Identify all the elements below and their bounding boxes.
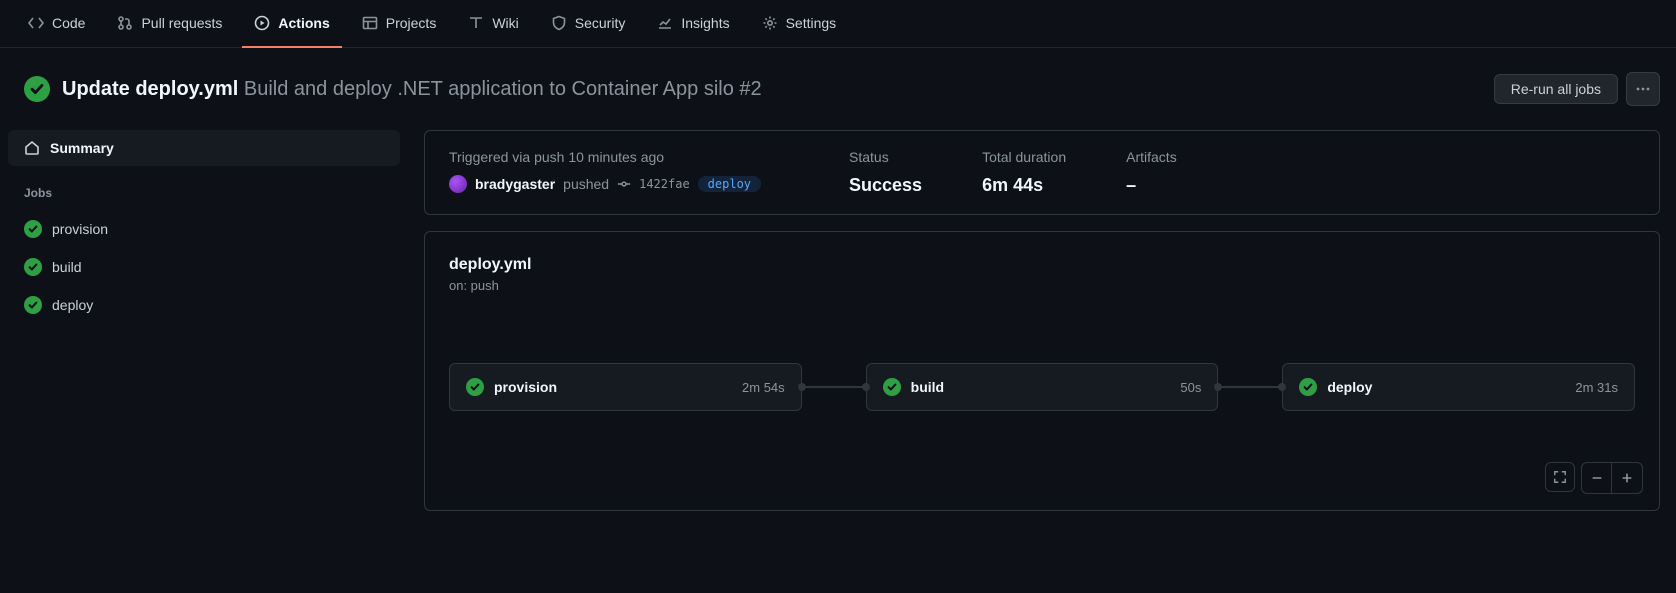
tab-label: Code	[52, 15, 85, 31]
check-circle-icon	[24, 220, 42, 238]
duration-label: Total duration	[982, 149, 1066, 165]
tab-label: Security	[575, 15, 626, 31]
tab-label: Insights	[681, 15, 729, 31]
graph-connector	[802, 386, 866, 388]
check-circle-icon	[883, 378, 901, 396]
triggered-label: Triggered via push 10 minutes ago	[449, 149, 789, 165]
sidebar-item-label: provision	[52, 221, 108, 237]
play-circle-icon	[254, 15, 270, 31]
push-action-text: pushed	[563, 176, 609, 192]
commit-sha-link[interactable]: 1422fae	[639, 177, 690, 191]
workflow-title: Build and deploy .NET application to Con…	[244, 78, 762, 100]
check-circle-icon	[466, 378, 484, 396]
zoom-out-button[interactable]	[1582, 463, 1612, 493]
author-link[interactable]: bradygaster	[475, 176, 555, 192]
sidebar-item-summary[interactable]: Summary	[8, 130, 400, 166]
fullscreen-button[interactable]	[1545, 462, 1575, 492]
rerun-all-jobs-button[interactable]: Re-run all jobs	[1494, 74, 1618, 104]
graph-icon	[657, 15, 673, 31]
workflow-graph-card: deploy.yml on: push provision 2m 54s bui…	[424, 231, 1660, 511]
kebab-icon	[1635, 81, 1651, 97]
home-icon	[24, 140, 40, 156]
tab-projects[interactable]: Projects	[350, 0, 449, 48]
more-actions-button[interactable]	[1626, 72, 1660, 106]
zoom-in-button[interactable]	[1612, 463, 1642, 493]
book-icon	[468, 15, 484, 31]
gear-icon	[762, 15, 778, 31]
graph-controls	[1545, 462, 1643, 494]
sidebar-item-label: deploy	[52, 297, 93, 313]
job-duration: 2m 31s	[1575, 380, 1618, 395]
job-duration: 2m 54s	[742, 380, 785, 395]
main-content: Triggered via push 10 minutes ago bradyg…	[424, 130, 1660, 511]
run-summary-card: Triggered via push 10 minutes ago bradyg…	[424, 130, 1660, 215]
tab-wiki[interactable]: Wiki	[456, 0, 530, 48]
tab-settings[interactable]: Settings	[750, 0, 849, 48]
tab-code[interactable]: Code	[16, 0, 97, 48]
check-circle-icon	[24, 258, 42, 276]
tab-label: Actions	[278, 15, 329, 31]
tab-label: Projects	[386, 15, 437, 31]
repo-nav: Code Pull requests Actions Projects Wiki…	[0, 0, 1676, 48]
fullscreen-icon	[1553, 470, 1567, 484]
branch-badge[interactable]: deploy	[698, 176, 761, 192]
shield-icon	[551, 15, 567, 31]
job-name: provision	[494, 379, 732, 395]
minus-icon	[1590, 471, 1604, 485]
sidebar-item-deploy[interactable]: deploy	[8, 286, 400, 324]
tab-label: Settings	[786, 15, 837, 31]
run-header: Update deploy.yml Build and deploy .NET …	[0, 48, 1676, 130]
check-circle-icon	[1299, 378, 1317, 396]
plus-icon	[1620, 471, 1634, 485]
sidebar-heading-jobs: Jobs	[8, 166, 400, 210]
commit-title: Update deploy.yml	[62, 78, 238, 100]
workflow-file-name: deploy.yml	[449, 256, 1635, 274]
sidebar-item-build[interactable]: build	[8, 248, 400, 286]
tab-pull-requests[interactable]: Pull requests	[105, 0, 234, 48]
workflow-trigger: on: push	[449, 278, 1635, 293]
commit-icon	[617, 177, 631, 191]
status-value: Success	[849, 175, 922, 196]
job-name: build	[911, 379, 1171, 395]
job-name: deploy	[1327, 379, 1565, 395]
code-icon	[28, 15, 44, 31]
tab-actions[interactable]: Actions	[242, 0, 341, 48]
check-circle-icon	[24, 296, 42, 314]
job-node-build[interactable]: build 50s	[866, 363, 1219, 411]
sidebar: Summary Jobs provision build deploy	[8, 130, 400, 511]
tab-label: Pull requests	[141, 15, 222, 31]
page-title: Update deploy.yml Build and deploy .NET …	[62, 78, 762, 101]
avatar[interactable]	[449, 175, 467, 193]
sidebar-item-label: Summary	[50, 140, 114, 156]
git-pull-request-icon	[117, 15, 133, 31]
sidebar-item-provision[interactable]: provision	[8, 210, 400, 248]
duration-value: 6m 44s	[982, 175, 1066, 196]
job-node-provision[interactable]: provision 2m 54s	[449, 363, 802, 411]
job-duration: 50s	[1180, 380, 1201, 395]
artifacts-label: Artifacts	[1126, 149, 1177, 165]
check-circle-icon	[24, 76, 50, 102]
graph-connector	[1218, 386, 1282, 388]
tab-label: Wiki	[492, 15, 518, 31]
workflow-graph: provision 2m 54s build 50s deploy 2m 31s	[449, 363, 1635, 411]
artifacts-value: –	[1126, 175, 1177, 196]
status-label: Status	[849, 149, 922, 165]
sidebar-item-label: build	[52, 259, 82, 275]
tab-security[interactable]: Security	[539, 0, 638, 48]
tab-insights[interactable]: Insights	[645, 0, 741, 48]
job-node-deploy[interactable]: deploy 2m 31s	[1282, 363, 1635, 411]
table-icon	[362, 15, 378, 31]
